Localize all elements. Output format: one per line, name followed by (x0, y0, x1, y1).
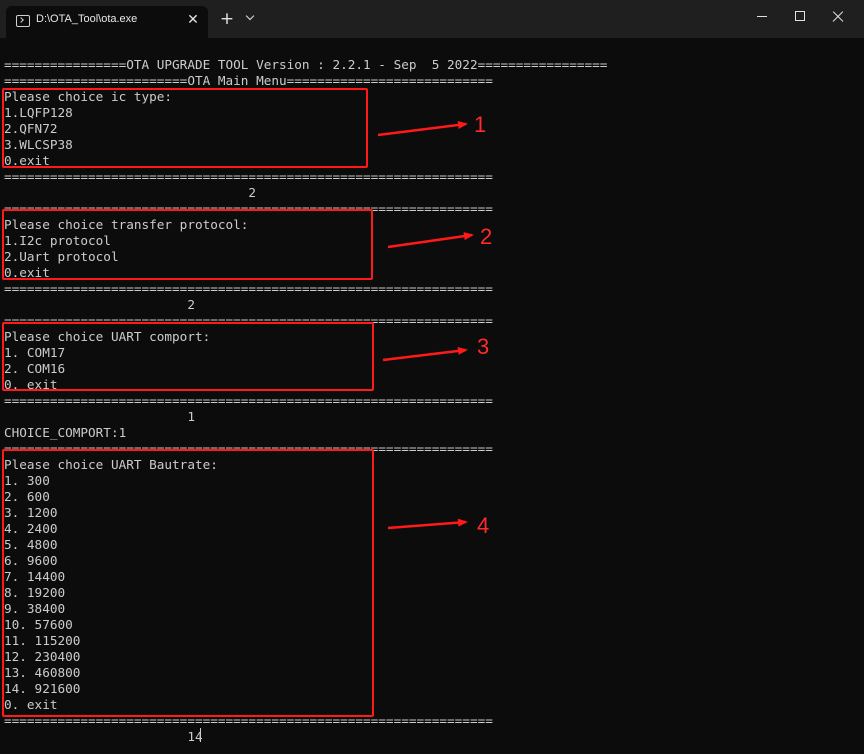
annotation-arrow (377, 121, 468, 137)
annotation-number: 4 (477, 513, 490, 538)
annotation-number: 1 (474, 112, 487, 137)
annotation-number: 2 (480, 224, 493, 249)
annotation-arrow (387, 232, 474, 249)
annotation-arrow (382, 346, 468, 362)
annotation-arrows (377, 121, 474, 530)
annotation-number: 3 (477, 334, 490, 359)
annotation-arrow (387, 518, 468, 530)
